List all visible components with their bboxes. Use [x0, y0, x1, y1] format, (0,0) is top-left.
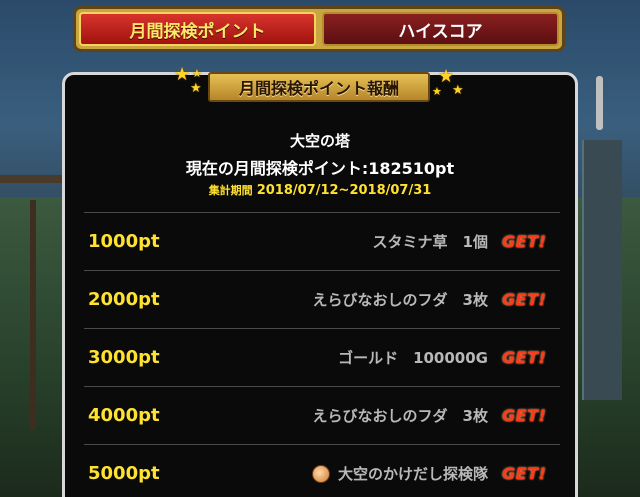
reward-points: 4000pt: [88, 405, 160, 426]
period-value: 2018/07/12~2018/07/31: [256, 183, 432, 198]
reward-item: えらびなおしのフダ 3枚: [234, 289, 502, 310]
location-name: 大空の塔: [289, 132, 350, 150]
title-banner: ★ ★ ★ 月間探検ポイント報酬 ★ ★ ★: [168, 66, 470, 106]
aggregation-period: 集計期間 2018/07/12~2018/07/31: [62, 182, 578, 198]
reward-item-label: えらびなおしのフダ 3枚: [312, 407, 488, 425]
reward-points: 2000pt: [88, 289, 160, 310]
reward-points: 5000pt: [88, 463, 160, 484]
title-plate: 月間探検ポイント報酬: [208, 72, 430, 102]
scrollbar[interactable]: [596, 76, 603, 130]
reward-row: 2000pt えらびなおしのフダ 3枚 GET!: [84, 270, 560, 328]
get-badge: GET!: [502, 406, 547, 425]
background-pole: [30, 200, 36, 430]
get-badge: GET!: [502, 464, 547, 483]
reward-item-label: スタミナ草 1個: [372, 233, 488, 251]
tab-monthly-points[interactable]: 月間探検ポイント: [79, 12, 316, 46]
tab-high-score[interactable]: ハイスコア: [322, 12, 559, 46]
get-badge: GET!: [502, 232, 547, 251]
star-icon: ★: [432, 85, 442, 98]
star-icon: ★: [190, 81, 202, 96]
reward-row: 3000pt ゴールド 100000G GET!: [84, 328, 560, 386]
reward-item: 大空のかけだし探検隊: [234, 463, 502, 484]
period-label: 集計期間: [208, 184, 253, 197]
reward-item: えらびなおしのフダ 3枚: [234, 405, 502, 426]
reward-item: ゴールド 100000G: [234, 347, 502, 368]
reward-list: 1000pt スタミナ草 1個 GET! 2000pt えらびなおしのフダ 3枚…: [84, 212, 560, 497]
page-title: 月間探検ポイント報酬: [238, 79, 399, 98]
reward-item-label: えらびなおしのフダ 3枚: [312, 291, 488, 309]
background-bridge: [0, 175, 70, 183]
reward-row: 4000pt えらびなおしのフダ 3枚 GET!: [84, 386, 560, 444]
star-icon: ★: [174, 64, 191, 85]
reward-points: 3000pt: [88, 347, 160, 368]
get-badge: GET!: [502, 290, 547, 309]
current-points: 現在の月間探検ポイント:182510pt: [185, 159, 455, 178]
background-tower: [582, 140, 622, 400]
reward-item: スタミナ草 1個: [234, 231, 502, 252]
star-icon: ★: [192, 67, 202, 80]
reward-row: 5000pt 大空のかけだし探検隊 GET!: [84, 444, 560, 497]
reward-points: 1000pt: [88, 231, 160, 252]
reward-item-label: 大空のかけだし探検隊: [337, 465, 488, 483]
get-badge: GET!: [502, 348, 547, 367]
star-icon: ★: [452, 83, 464, 98]
reward-item-label: ゴールド 100000G: [338, 349, 488, 367]
onion-icon: [311, 464, 330, 483]
reward-row: 1000pt スタミナ草 1個 GET!: [84, 212, 560, 270]
tab-bar: 月間探検ポイント ハイスコア: [73, 6, 565, 52]
